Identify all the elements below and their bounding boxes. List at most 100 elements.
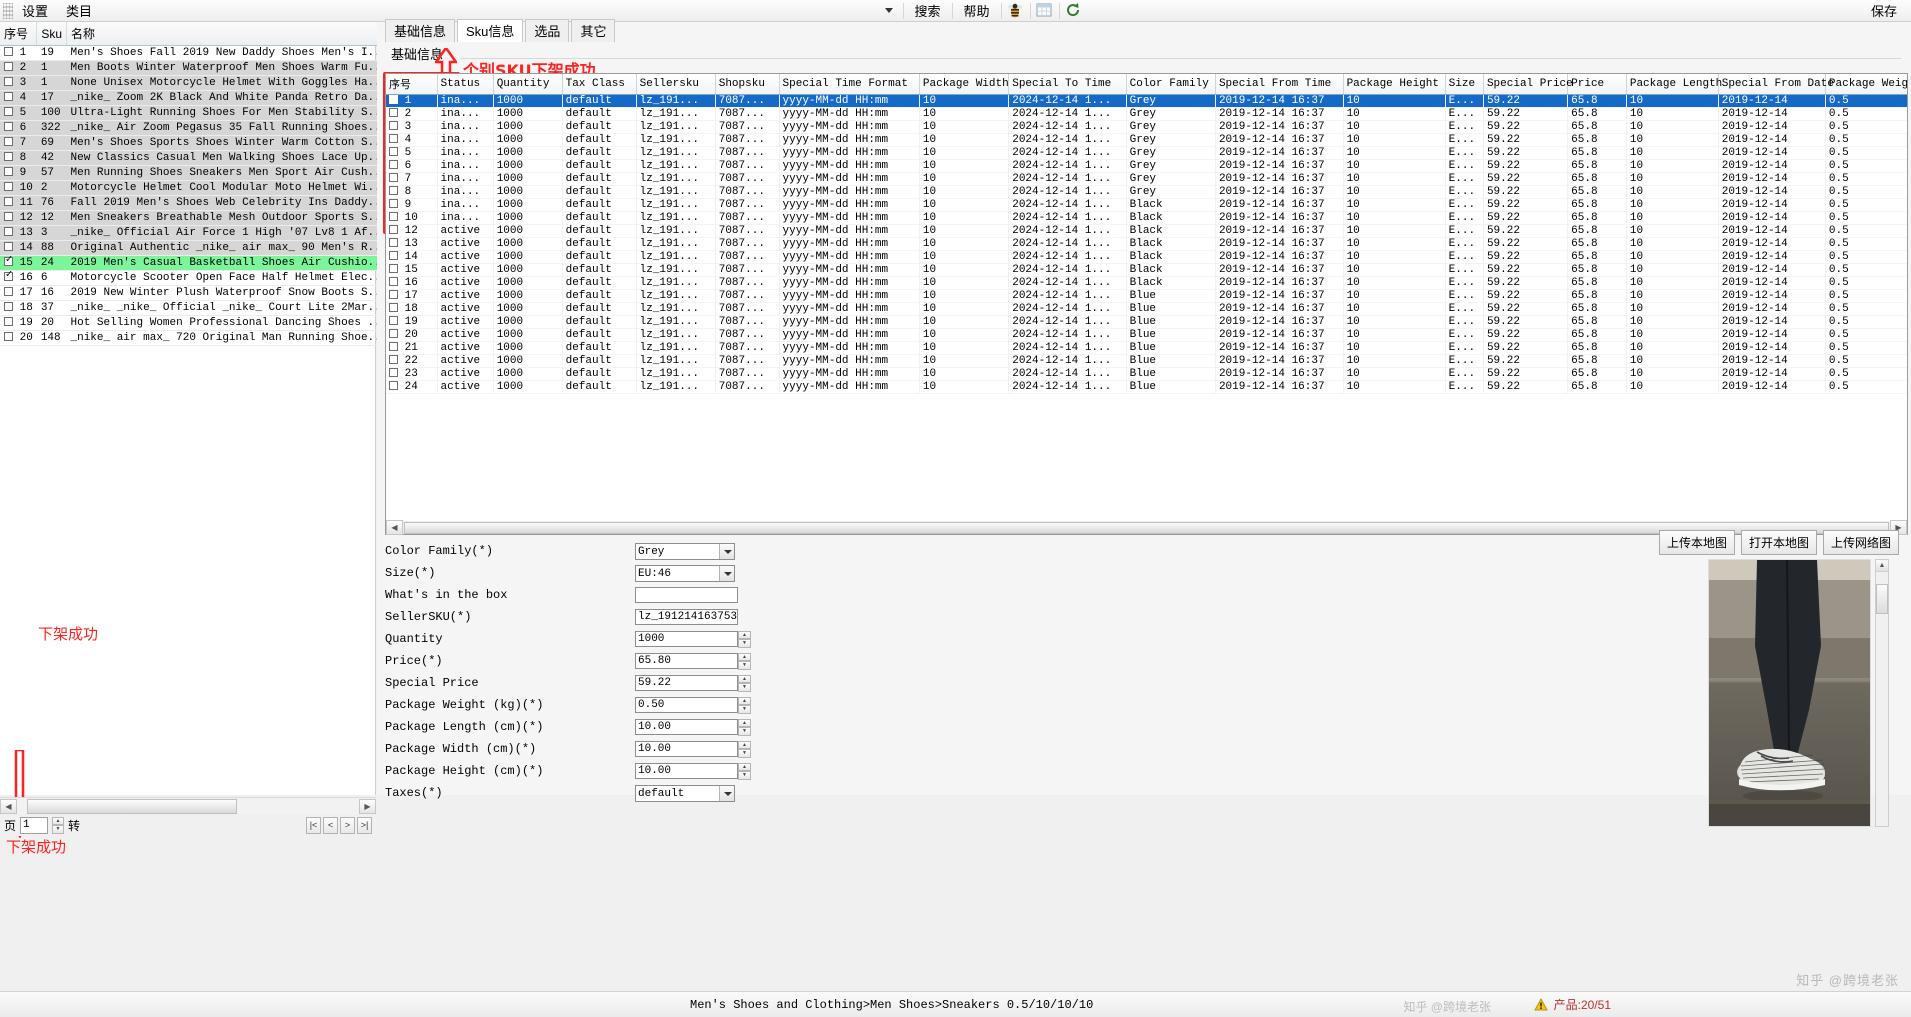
sku-col-header[interactable]: 序号 bbox=[386, 74, 438, 95]
tab-selection[interactable]: 选品 bbox=[525, 19, 570, 42]
table-row[interactable]: 5 ina... 1000 default lz_191... 7087... yyyy-M… bbox=[386, 146, 1907, 160]
sku-col-header[interactable]: Package Length bbox=[1626, 74, 1722, 95]
table-row[interactable]: 3 ina... 1000 default lz_191... 7087... yyyy-M… bbox=[386, 120, 1907, 134]
row-checkbox-cell[interactable]: 2 bbox=[0, 60, 37, 76]
sku-row-checkbox[interactable] bbox=[389, 238, 398, 247]
table-row[interactable]: 21 active 1000 default lz_191... 7087... yyyy-… bbox=[386, 341, 1907, 355]
row-checkbox[interactable] bbox=[4, 212, 13, 221]
table-row[interactable]: 16 active 1000 default lz_191... 7087... yyyy-… bbox=[386, 276, 1907, 290]
col-header-index[interactable]: 序号 bbox=[0, 22, 38, 46]
table-row[interactable]: 1 ina... 1000 default lz_191... 7087... yyyy-M… bbox=[386, 94, 1907, 108]
sku-row-checkbox[interactable] bbox=[389, 225, 398, 234]
sku-row-checkbox[interactable] bbox=[389, 212, 398, 221]
sku-row-checkbox-cell[interactable]: 23 bbox=[386, 367, 438, 381]
table-row[interactable]: 4 ina... 1000 default lz_191... 7087... yyyy-M… bbox=[386, 133, 1907, 147]
row-checkbox[interactable] bbox=[4, 122, 13, 131]
pager-spinner[interactable]: ▲ ▼ bbox=[52, 816, 65, 834]
sku-col-header[interactable]: Price bbox=[1567, 74, 1627, 95]
sku-col-header[interactable]: Package Width bbox=[919, 74, 1010, 95]
row-checkbox-cell[interactable]: 10 bbox=[0, 180, 37, 196]
field-spinner[interactable]: ▲ ▼ bbox=[738, 718, 751, 736]
sku-row-checkbox[interactable] bbox=[389, 95, 398, 104]
sku-row-checkbox[interactable] bbox=[389, 186, 398, 195]
sku-row-checkbox-cell[interactable]: 9 bbox=[386, 198, 438, 212]
row-checkbox[interactable] bbox=[4, 332, 13, 341]
row-checkbox-cell[interactable]: 19 bbox=[0, 315, 37, 331]
field-package-weight-kg[interactable]: 0.50 bbox=[635, 697, 738, 713]
col-header-name[interactable]: 名称 bbox=[66, 22, 392, 46]
pager-prev-button[interactable]: < bbox=[323, 816, 338, 834]
sku-row-checkbox-cell[interactable]: 17 bbox=[386, 289, 438, 303]
sku-col-header[interactable]: Package Weight bbox=[1825, 74, 1907, 95]
sku-row-checkbox-cell[interactable]: 1 bbox=[386, 94, 438, 108]
field-price[interactable]: 65.80 bbox=[635, 653, 738, 669]
sku-row-checkbox-cell[interactable]: 3 bbox=[386, 120, 438, 134]
sku-row-checkbox-cell[interactable]: 18 bbox=[386, 302, 438, 316]
pager-page-input[interactable] bbox=[20, 816, 49, 834]
sku-row-checkbox[interactable] bbox=[389, 121, 398, 130]
left-horizontal-scrollbar[interactable]: ◀ ▶ bbox=[0, 797, 376, 814]
chevron-down-icon[interactable] bbox=[719, 785, 734, 801]
sku-col-header[interactable]: Special From Date bbox=[1718, 74, 1834, 95]
sku-row-checkbox[interactable] bbox=[389, 134, 398, 143]
sku-row-checkbox-cell[interactable]: 4 bbox=[386, 133, 438, 147]
bee-icon[interactable] bbox=[1006, 2, 1026, 20]
sku-row-checkbox[interactable] bbox=[389, 355, 398, 364]
row-checkbox-cell[interactable]: 11 bbox=[0, 195, 37, 211]
sku-row-checkbox[interactable] bbox=[389, 381, 398, 390]
row-checkbox[interactable] bbox=[4, 197, 13, 206]
table-row[interactable]: 7 ina... 1000 default lz_191... 7087... yyyy-M… bbox=[386, 172, 1907, 186]
menu-item-help[interactable]: 帮助 bbox=[955, 0, 999, 22]
sku-row-checkbox[interactable] bbox=[389, 199, 398, 208]
row-checkbox[interactable] bbox=[4, 256, 13, 266]
menu-item-settings[interactable]: 设置 bbox=[13, 0, 57, 22]
sku-row-checkbox-cell[interactable]: 2 bbox=[386, 107, 438, 121]
table-row[interactable]: 13 active 1000 default lz_191... 7087... yyyy-… bbox=[386, 237, 1907, 251]
row-checkbox-cell[interactable]: 6 bbox=[0, 120, 37, 136]
sku-col-header[interactable]: Shopsku bbox=[715, 74, 780, 95]
row-checkbox-cell[interactable]: 1 bbox=[0, 45, 37, 61]
pager-first-button[interactable]: |< bbox=[306, 816, 321, 834]
image-scroll-thumb[interactable] bbox=[1876, 584, 1888, 614]
chevron-down-icon[interactable] bbox=[719, 565, 734, 581]
sku-row-checkbox-cell[interactable]: 22 bbox=[386, 354, 438, 368]
sku-row-checkbox[interactable] bbox=[389, 264, 398, 273]
sku-row-checkbox-cell[interactable]: 15 bbox=[386, 263, 438, 277]
field-color-family[interactable]: Grey bbox=[635, 542, 735, 560]
tab-basic-info[interactable]: 基础信息 bbox=[385, 19, 456, 42]
row-checkbox[interactable] bbox=[4, 271, 13, 281]
chevron-down-icon[interactable] bbox=[719, 543, 734, 559]
sku-col-header[interactable]: Size bbox=[1445, 74, 1484, 95]
field-special-price[interactable]: 59.22 bbox=[635, 675, 738, 691]
row-checkbox-cell[interactable]: 9 bbox=[0, 165, 37, 181]
sku-col-header[interactable]: Tax Class bbox=[562, 74, 637, 95]
menu-item-category[interactable]: 类目 bbox=[57, 0, 101, 22]
refresh-icon[interactable] bbox=[1064, 2, 1084, 20]
sku-row-checkbox[interactable] bbox=[389, 277, 398, 286]
row-checkbox-cell[interactable]: 12 bbox=[0, 210, 37, 226]
sku-row-checkbox[interactable] bbox=[389, 251, 398, 260]
pager-last-button[interactable]: >| bbox=[357, 816, 372, 834]
table-row[interactable]: 14 active 1000 default lz_191... 7087... yyyy-… bbox=[386, 250, 1907, 264]
field-package-width-cm[interactable]: 10.00 bbox=[635, 741, 738, 757]
table-row[interactable]: 17 active 1000 default lz_191... 7087... yyyy-… bbox=[386, 289, 1907, 303]
sku-row-checkbox-cell[interactable]: 13 bbox=[386, 237, 438, 251]
row-checkbox[interactable] bbox=[4, 227, 13, 236]
sku-col-header[interactable]: Status bbox=[437, 74, 494, 95]
open-local-image-button[interactable]: 打开本地图 bbox=[1740, 530, 1817, 555]
upload-local-image-button[interactable]: 上传本地图 bbox=[1658, 530, 1735, 555]
row-checkbox[interactable] bbox=[4, 167, 13, 176]
image-scroll-up-arrow[interactable]: ▲ bbox=[1876, 560, 1888, 572]
row-checkbox[interactable] bbox=[4, 62, 13, 71]
scroll-left-arrow[interactable]: ◀ bbox=[0, 798, 17, 814]
row-checkbox-cell[interactable]: 7 bbox=[0, 135, 37, 151]
scroll-thumb[interactable] bbox=[27, 798, 237, 814]
pager-next-button[interactable]: > bbox=[340, 816, 355, 834]
table-row[interactable]: 12 active 1000 default lz_191... 7087... yyyy-… bbox=[386, 224, 1907, 238]
field-spinner[interactable]: ▲ ▼ bbox=[738, 674, 751, 692]
row-checkbox-cell[interactable]: 20 bbox=[0, 330, 37, 346]
field-package-length-cm[interactable]: 10.00 bbox=[635, 719, 738, 735]
row-checkbox-cell[interactable]: 3 bbox=[0, 75, 37, 91]
sku-row-checkbox-cell[interactable]: 21 bbox=[386, 341, 438, 355]
row-checkbox[interactable] bbox=[4, 47, 13, 56]
